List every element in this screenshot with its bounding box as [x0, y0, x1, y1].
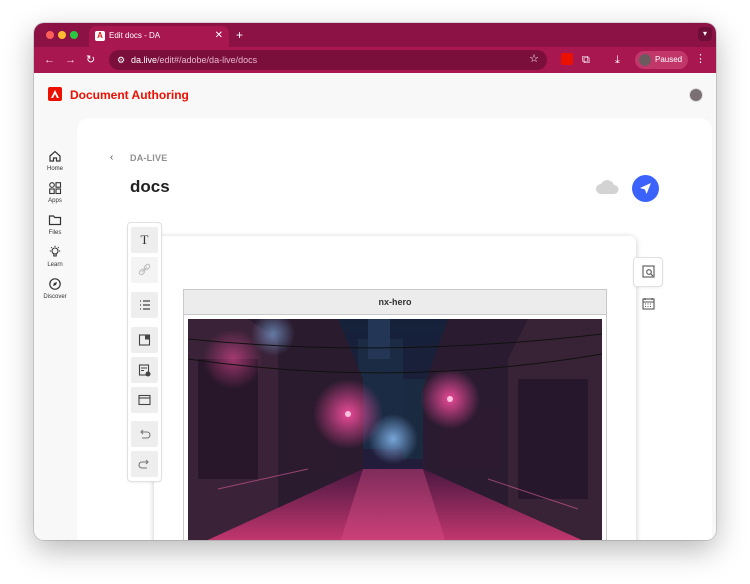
list-button[interactable]: [131, 292, 158, 318]
address-bar[interactable]: ⚙ da.live/edit#/adobe/da-live/docs ☆: [109, 50, 547, 70]
browser-window: A Edit docs - DA ✕ + ▾ ← → ↻ ⚙ da.live/e…: [34, 23, 716, 540]
insert-image-button[interactable]: [131, 327, 158, 353]
search-page-icon: [642, 265, 655, 278]
user-avatar[interactable]: [689, 88, 703, 102]
link-button[interactable]: [131, 257, 158, 283]
block-name: nx-hero: [378, 297, 412, 307]
undo-button[interactable]: [131, 421, 158, 447]
sidenav-learn[interactable]: Learn: [34, 245, 76, 269]
block-icon: [138, 364, 151, 377]
close-window-button[interactable]: [46, 31, 54, 39]
lightbulb-icon: [49, 245, 61, 257]
sidenav-files[interactable]: Files: [34, 213, 76, 237]
block-header: nx-hero: [184, 290, 606, 315]
downloads-icon[interactable]: ⤓: [615, 53, 620, 67]
tab-title: Edit docs - DA: [109, 31, 161, 40]
section-icon: [138, 394, 151, 406]
profile-avatar: [639, 54, 651, 66]
editor-panel: ‹ DA-LIVE docs nx-hero T: [77, 118, 712, 540]
publish-button[interactable]: [632, 175, 659, 202]
list-icon: [140, 300, 150, 310]
section-button[interactable]: [131, 387, 158, 413]
sidenav-learn-label: Learn: [47, 262, 63, 268]
adobe-favicon-icon: A: [95, 31, 105, 41]
redo-button[interactable]: [131, 451, 158, 477]
text-format-button[interactable]: T: [131, 227, 158, 253]
text-icon: T: [140, 232, 149, 247]
sidenav-apps-label: Apps: [48, 198, 62, 204]
preview-button[interactable]: [634, 258, 662, 286]
alley-scene-image: [188, 319, 602, 540]
sidenav-apps[interactable]: Apps: [34, 181, 76, 205]
apps-icon: [49, 182, 62, 195]
breadcrumb[interactable]: DA-LIVE: [130, 152, 167, 164]
compass-icon: [49, 278, 61, 290]
app-header: Document Authoring: [34, 73, 716, 117]
maximize-window-button[interactable]: [70, 31, 78, 39]
link-icon: [138, 263, 151, 276]
tab-search-button[interactable]: ▾: [698, 27, 712, 41]
forward-icon[interactable]: →: [65, 53, 76, 67]
url-text: da.live/edit#/adobe/da-live/docs: [131, 55, 258, 65]
extensions-puzzle-icon[interactable]: ⧉: [582, 53, 590, 67]
format-toolbar: T: [128, 223, 161, 481]
sidenav-discover[interactable]: Discover: [34, 277, 76, 301]
block-table[interactable]: nx-hero: [183, 289, 607, 540]
browser-tab[interactable]: A Edit docs - DA ✕: [89, 26, 229, 47]
send-icon: [640, 183, 651, 194]
adobe-logo-icon[interactable]: [48, 87, 62, 101]
browser-menu-icon[interactable]: ⋮: [695, 52, 706, 66]
page-title: docs: [130, 177, 170, 196]
adobe-extension-icon[interactable]: [561, 53, 573, 65]
home-icon: [49, 150, 61, 162]
redo-icon: [138, 459, 149, 469]
bookmark-star-icon[interactable]: ☆: [529, 52, 539, 67]
reload-icon[interactable]: ↻: [86, 53, 95, 67]
sidenav-discover-label: Discover: [43, 294, 67, 300]
close-tab-icon[interactable]: ✕: [215, 29, 223, 43]
versions-button[interactable]: [634, 290, 662, 318]
profile-button[interactable]: Paused: [635, 51, 688, 69]
insert-block-button[interactable]: [131, 357, 158, 383]
document-canvas[interactable]: nx-hero: [154, 236, 636, 540]
hero-image[interactable]: [188, 319, 602, 540]
sidenav-home[interactable]: Home: [34, 149, 76, 173]
sidenav-files-label: Files: [48, 230, 62, 236]
image-icon: [138, 334, 151, 346]
minimize-window-button[interactable]: [58, 31, 66, 39]
chevron-left-icon[interactable]: ‹: [110, 152, 113, 164]
back-icon[interactable]: ←: [44, 53, 55, 67]
site-settings-icon[interactable]: ⚙: [117, 53, 125, 67]
tab-strip: A Edit docs - DA ✕ + ▾: [34, 23, 716, 47]
new-tab-button[interactable]: +: [236, 28, 243, 42]
folder-icon: [48, 215, 62, 226]
browser-toolbar: ← → ↻ ⚙ da.live/edit#/adobe/da-live/docs…: [34, 47, 716, 73]
app-viewport: Document Authoring Home Apps Files Learn…: [34, 73, 716, 540]
profile-status: Paused: [655, 55, 683, 64]
app-brand[interactable]: Document Authoring: [70, 88, 189, 102]
cloud-icon[interactable]: [594, 178, 620, 196]
sidenav-home-label: Home: [46, 166, 63, 172]
calendar-icon: [642, 298, 655, 310]
undo-icon: [140, 429, 151, 439]
